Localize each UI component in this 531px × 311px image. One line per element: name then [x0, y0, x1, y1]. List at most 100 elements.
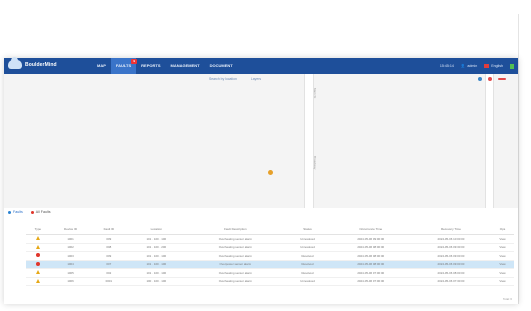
- critical-icon: [35, 261, 40, 266]
- map-view[interactable]: Main St Broadway Search by location Laye…: [4, 74, 518, 208]
- table-row[interactable]: 1001 009 101 · 100 · 100 Overheating sensor…: [26, 234, 514, 244]
- device-marker-icon[interactable]: [268, 170, 273, 175]
- description-cell: Overheating sensor alarm: [186, 243, 285, 252]
- col-status[interactable]: Status: [284, 224, 331, 235]
- tab-all-faults-label: All Faults: [35, 210, 51, 214]
- table-footer: Total: 6: [502, 297, 512, 301]
- menu-map[interactable]: MAP: [92, 58, 111, 74]
- road-label-1: Main St: [313, 88, 317, 99]
- logo[interactable]: BoulderMind: [8, 57, 57, 69]
- user-name: admin: [467, 64, 478, 68]
- col-type[interactable]: Type: [26, 224, 50, 235]
- location-cell: 101 · 100 · 100: [126, 260, 187, 269]
- fault-id-cell: 009: [91, 234, 127, 244]
- device-id-cell: 1004: [49, 260, 92, 269]
- view-link[interactable]: View: [491, 260, 514, 269]
- warning-icon: [35, 236, 40, 241]
- menu-faults[interactable]: FAULTS 9: [110, 58, 138, 74]
- severity-cell: [26, 251, 50, 261]
- device-id-cell: 1005: [49, 268, 92, 278]
- tab-all-faults[interactable]: All Faults: [30, 210, 51, 214]
- warning-icon: [35, 244, 40, 249]
- table-row[interactable]: 1003 009 101 · 100 · 100 Overheating sensor…: [26, 251, 514, 261]
- map-controls: [478, 77, 506, 81]
- occurrence-cell: 2024-05-06 08:00:00: [330, 251, 411, 261]
- cloud-logo-icon: [8, 57, 22, 69]
- clock: 15:45:14: [439, 64, 454, 68]
- occurrence-cell: 2024-05-06 08:00:00: [330, 243, 411, 252]
- col-fault-id[interactable]: Fault ID: [91, 224, 127, 235]
- map-search-link[interactable]: Search by location: [209, 77, 237, 81]
- zoom-out-icon[interactable]: [498, 78, 506, 80]
- map-toolbar: Search by location Layers: [209, 77, 261, 81]
- main-menu: MAP FAULTS 9 REPORTS MANAGEMENT DOCUMENT: [92, 58, 238, 74]
- tab-faults[interactable]: Faults: [8, 210, 23, 214]
- occurrence-cell: 2024-05-06 08:00:00: [330, 260, 411, 269]
- table-row[interactable]: 1002 008 101 · 100 · 200 Overheating sensor…: [26, 243, 514, 252]
- alert-icon[interactable]: [488, 77, 492, 81]
- view-link[interactable]: View: [491, 243, 514, 252]
- occurrence-cell: 2024-05-06 07:00:00: [330, 277, 411, 286]
- menu-reports[interactable]: REPORTS: [136, 58, 165, 74]
- status-cell: Unresolved: [284, 234, 331, 244]
- recovery-cell: 2024-05-06 08:00:00: [410, 268, 492, 278]
- view-link[interactable]: View: [491, 277, 514, 286]
- occurrence-cell: 2024-05-06 09:00:00: [330, 234, 411, 244]
- fault-id-cell: 009: [91, 251, 127, 261]
- col-description[interactable]: Fault Description: [186, 224, 285, 235]
- menu-management[interactable]: MANAGEMENT: [166, 58, 205, 74]
- col-occurrence[interactable]: Occurrence Time: [330, 224, 411, 235]
- table-header-row: Type Device ID Fault ID Location Fault D…: [26, 224, 514, 235]
- faults-table: Type Device ID Fault ID Location Fault D…: [26, 224, 514, 286]
- location-cell: 100 · 100 · 100: [126, 277, 187, 286]
- table-row[interactable]: 1006 0001 100 · 100 · 100 Overheating senso…: [26, 277, 514, 286]
- col-device-id[interactable]: Device ID: [49, 224, 92, 235]
- view-link[interactable]: View: [491, 234, 514, 244]
- language-menu[interactable]: English: [484, 64, 503, 68]
- col-location[interactable]: Location: [126, 224, 187, 235]
- table-row[interactable]: 1004 007 101 · 100 · 100 Overpower sensor a…: [26, 260, 514, 269]
- description-cell: Overpower sensor alarm: [186, 260, 285, 269]
- menu-faults-label: FAULTS: [115, 63, 132, 68]
- recovery-cell: 2024-05-06 10:00:00: [410, 234, 492, 244]
- locate-icon[interactable]: [478, 77, 482, 81]
- app-name: BoulderMind: [25, 61, 57, 68]
- severity-cell: [26, 277, 50, 286]
- view-link[interactable]: View: [491, 251, 514, 261]
- critical-icon: [35, 253, 40, 258]
- col-ops: Ops: [491, 224, 514, 235]
- app-window: BoulderMind MAP FAULTS 9 REPORTS MANAGEM…: [4, 57, 518, 304]
- menu-document[interactable]: DOCUMENT: [205, 58, 238, 74]
- description-cell: Overheating sensor alarm: [186, 251, 285, 261]
- recovery-cell: 2024-05-06 09:00:00: [410, 251, 492, 261]
- warning-icon: [35, 270, 40, 275]
- device-id-cell: 1006: [49, 277, 92, 286]
- language-label: English: [491, 64, 503, 68]
- recovery-cell: 2024-05-06 07:30:00: [410, 277, 492, 286]
- header-right: 15:45:14 👤 admin English: [440, 58, 514, 74]
- user-menu[interactable]: 👤 admin: [461, 64, 477, 68]
- all-faults-dot-icon: [30, 210, 34, 214]
- fault-id-cell: 0001: [91, 277, 127, 286]
- location-cell: 101 · 100 · 200: [126, 243, 187, 252]
- map-layers-link[interactable]: Layers: [251, 77, 261, 81]
- table-row[interactable]: 1005 002 101 · 100 · 100 Overheating sensor…: [26, 268, 514, 278]
- window-edge: [518, 14, 519, 304]
- device-id-cell: 1002: [49, 243, 92, 252]
- status-cell: Unresolved: [284, 243, 331, 252]
- col-recovery[interactable]: Recovery Time: [410, 224, 492, 235]
- status-cell: Resolved: [284, 260, 331, 269]
- table-body: 1001 009 101 · 100 · 100 Overheating sensor…: [26, 234, 514, 286]
- location-cell: 101 · 100 · 100: [126, 234, 187, 244]
- device-id-cell: 1001: [49, 234, 92, 244]
- view-link[interactable]: View: [491, 268, 514, 278]
- fault-id-cell: 007: [91, 260, 127, 269]
- status-cell: Resolved: [284, 268, 331, 278]
- description-cell: Overheating sensor alarm: [186, 277, 285, 286]
- location-cell: 101 · 100 · 100: [126, 251, 187, 261]
- location-cell: 101 · 100 · 100: [126, 268, 187, 278]
- severity-cell: [26, 243, 50, 252]
- top-nav: BoulderMind MAP FAULTS 9 REPORTS MANAGEM…: [4, 57, 518, 74]
- road-vertical-2: [485, 74, 494, 208]
- status-cell: Unresolved: [284, 277, 331, 286]
